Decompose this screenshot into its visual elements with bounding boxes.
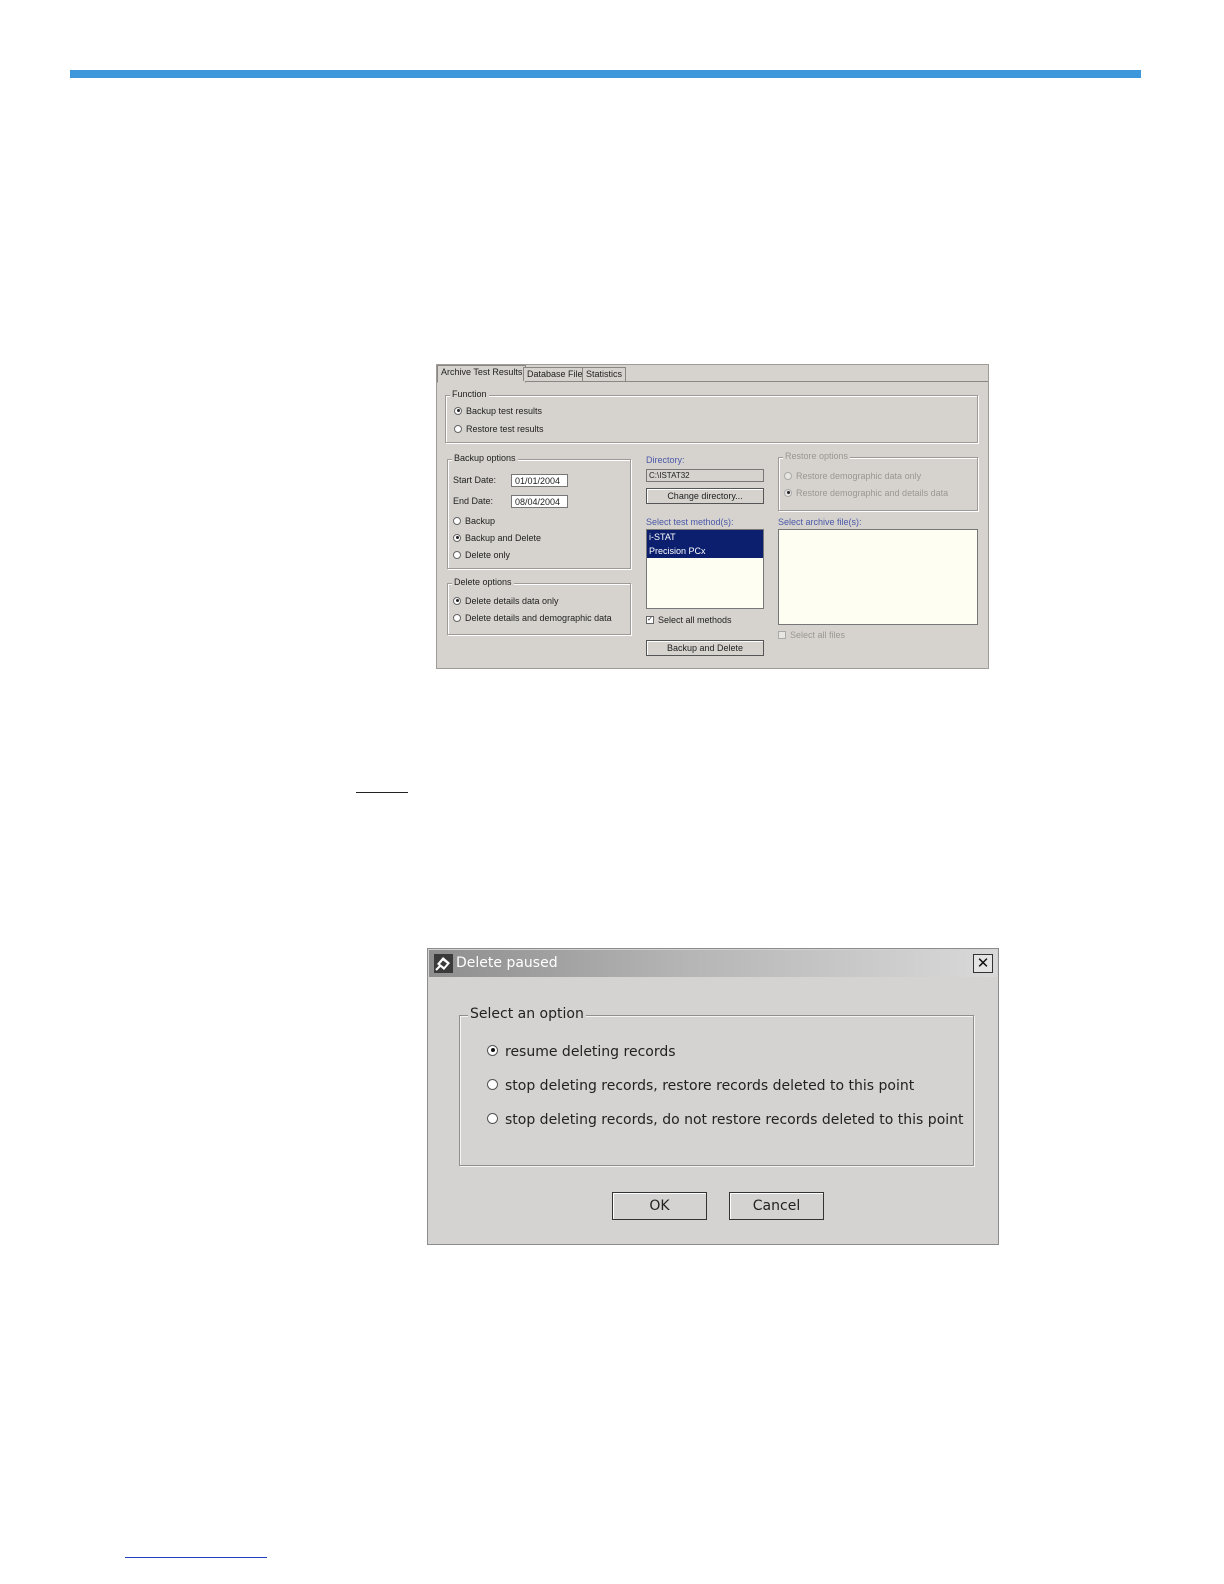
test-methods-list[interactable]: i-STAT Precision PCx xyxy=(646,529,764,609)
radio-resume-deleting[interactable]: resume deleting records xyxy=(487,1044,676,1060)
radio-backup[interactable]: Backup xyxy=(453,516,495,527)
close-icon[interactable]: ✕ xyxy=(977,954,990,972)
radio-icon[interactable] xyxy=(487,1078,498,1090)
radio-stop-and-restore[interactable]: stop deleting records, restore records d… xyxy=(487,1078,914,1094)
radio-icon[interactable] xyxy=(453,550,461,559)
select-all-methods-checkbox[interactable]: ✓ Select all methods xyxy=(646,615,732,626)
radio-delete-only[interactable]: Delete only xyxy=(453,550,510,561)
tab-statistics[interactable]: Statistics xyxy=(582,367,627,381)
footer-link-underline[interactable] xyxy=(125,1557,267,1558)
radio-icon[interactable] xyxy=(453,516,461,525)
radio-icon[interactable] xyxy=(454,406,462,415)
start-date-label: Start Date: xyxy=(453,475,497,485)
checkmark-icon[interactable]: ✓ xyxy=(646,615,654,624)
archive-files-list[interactable] xyxy=(778,529,978,625)
end-date-input[interactable]: 08/04/2004 xyxy=(511,495,568,508)
function-group: Function Backup test results Restore tes… xyxy=(445,389,978,443)
app-icon xyxy=(434,954,453,973)
delete-paused-dialog: Delete paused ✕ Select an option resume … xyxy=(427,948,999,1245)
radio-delete-details-only[interactable]: Delete details data only xyxy=(453,596,559,607)
radio-backup-and-delete[interactable]: Backup and Delete xyxy=(453,533,541,544)
change-directory-button[interactable]: Change directory... xyxy=(646,488,764,504)
list-item[interactable]: i-STAT xyxy=(647,530,763,544)
delete-options-legend: Delete options xyxy=(452,577,514,587)
close-button[interactable]: ✕ xyxy=(973,954,993,973)
end-date-label: End Date: xyxy=(453,496,494,506)
test-methods-label: Select test method(s): xyxy=(646,517,734,527)
cancel-button[interactable]: Cancel xyxy=(729,1192,824,1220)
radio-delete-details-and-demographic[interactable]: Delete details and demographic data xyxy=(453,613,612,624)
restore-options-group: Restore options Restore demographic data… xyxy=(778,451,978,511)
backup-and-delete-button[interactable]: Backup and Delete xyxy=(646,640,764,656)
tab-database-file[interactable]: Database File xyxy=(523,367,587,381)
radio-icon[interactable] xyxy=(487,1112,498,1124)
checkbox-icon xyxy=(778,630,786,639)
select-option-legend: Select an option xyxy=(468,1006,586,1022)
start-date-input[interactable]: 01/01/2004 xyxy=(511,474,568,487)
radio-backup-test-results[interactable]: Backup test results xyxy=(454,406,542,417)
header-rule xyxy=(70,70,1141,78)
delete-options-group: Delete options Delete details data only … xyxy=(447,577,631,635)
tab-strip: Archive Test Results Database File Stati… xyxy=(437,365,988,383)
function-legend: Function xyxy=(450,389,489,399)
directory-field: C:\ISTAT32 xyxy=(646,469,764,482)
dialog-title: Delete paused xyxy=(456,955,558,971)
radio-icon[interactable] xyxy=(453,596,461,605)
backup-options-legend: Backup options xyxy=(452,453,518,463)
radio-icon[interactable] xyxy=(453,613,461,622)
select-all-files-checkbox: Select all files xyxy=(778,630,845,641)
note-underline xyxy=(356,792,408,793)
tab-archive-test-results[interactable]: Archive Test Results xyxy=(437,365,527,383)
radio-stop-no-restore[interactable]: stop deleting records, do not restore re… xyxy=(487,1112,964,1128)
radio-restore-demographic-only: Restore demographic data only xyxy=(784,471,921,482)
radio-icon[interactable] xyxy=(454,424,462,433)
select-option-group: Select an option resume deleting records… xyxy=(459,1006,974,1166)
ok-button[interactable]: OK xyxy=(612,1192,707,1220)
restore-options-legend: Restore options xyxy=(783,451,851,461)
backup-options-group: Backup options Start Date: 01/01/2004 En… xyxy=(447,453,631,569)
radio-restore-demographic-and-details: Restore demographic and details data xyxy=(784,488,948,499)
archive-files-label: Select archive file(s): xyxy=(778,517,862,527)
radio-restore-test-results[interactable]: Restore test results xyxy=(454,424,544,435)
radio-icon[interactable] xyxy=(453,533,461,542)
title-bar: Delete paused ✕ xyxy=(429,950,997,977)
radio-icon xyxy=(784,471,792,480)
radio-icon[interactable] xyxy=(487,1044,498,1056)
radio-icon xyxy=(784,488,792,497)
directory-label: Directory: xyxy=(646,455,685,465)
archive-panel: Archive Test Results Database File Stati… xyxy=(436,364,989,669)
list-item[interactable]: Precision PCx xyxy=(647,544,763,558)
